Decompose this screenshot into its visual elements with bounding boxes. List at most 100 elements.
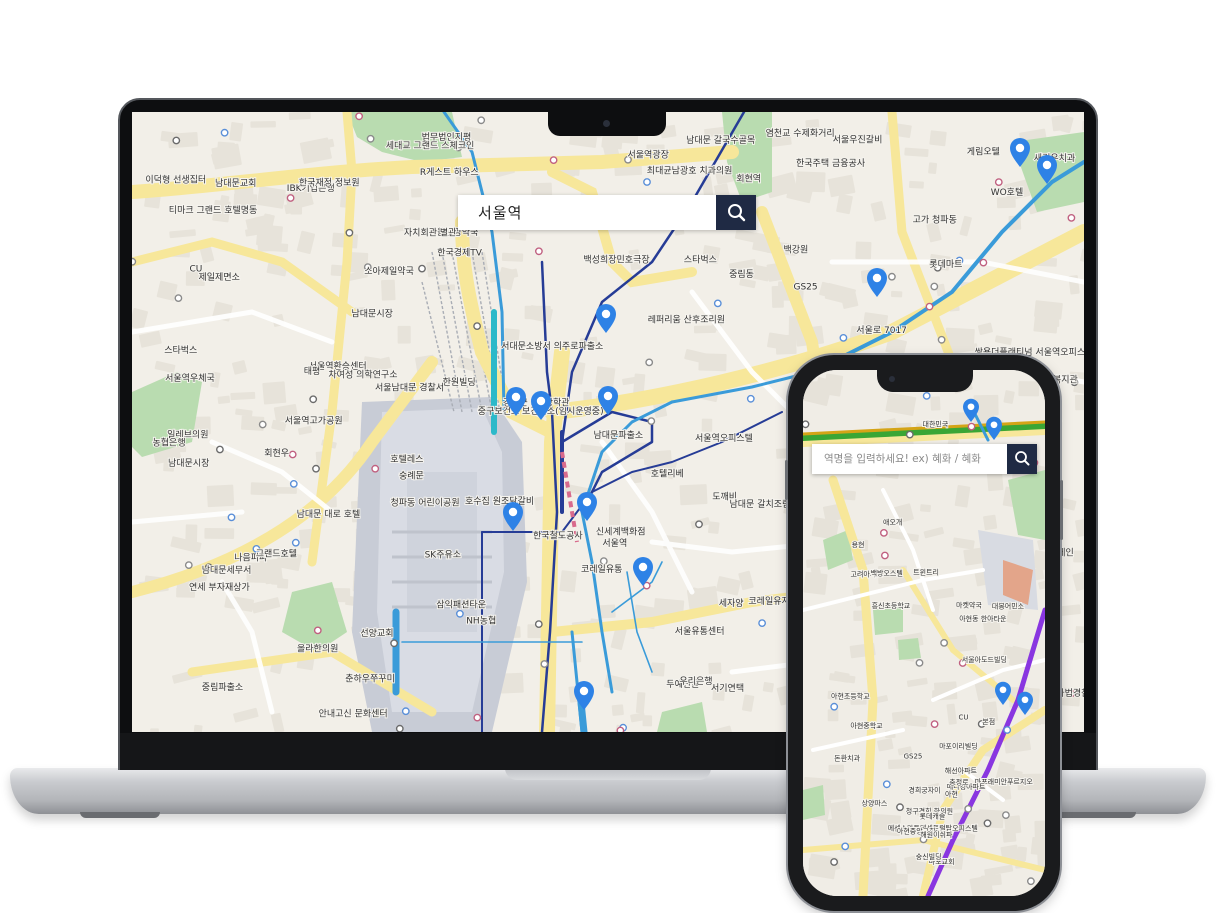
poi-icon[interactable]: [366, 134, 375, 143]
poi-icon[interactable]: [174, 294, 183, 303]
poi-icon[interactable]: [967, 422, 976, 431]
map-label: 회현역: [736, 174, 761, 185]
poi-icon[interactable]: [839, 333, 848, 342]
poi-icon[interactable]: [132, 257, 137, 266]
poi-icon[interactable]: [1003, 726, 1012, 734]
poi-icon[interactable]: [1067, 214, 1076, 222]
phone-map-label: GS25: [904, 752, 923, 760]
poi-icon[interactable]: [645, 358, 654, 367]
map-label: 한원빌딩: [443, 377, 476, 388]
poi-icon[interactable]: [905, 430, 914, 439]
poi-icon[interactable]: [289, 479, 298, 488]
poi-icon[interactable]: [830, 702, 839, 711]
poi-icon[interactable]: [964, 804, 973, 813]
laptop-foot-right: [1056, 812, 1136, 818]
poi-icon[interactable]: [473, 322, 481, 331]
poi-icon[interactable]: [888, 272, 896, 281]
poi-icon[interactable]: [288, 450, 297, 459]
phone-map-label: CU: [959, 714, 969, 722]
poi-icon[interactable]: [477, 116, 486, 125]
poi-icon[interactable]: [616, 726, 625, 732]
poi-icon[interactable]: [473, 713, 482, 722]
poi-icon[interactable]: [940, 638, 949, 647]
map-label: 회현우: [264, 448, 289, 459]
poi-icon[interactable]: [227, 513, 236, 522]
poi-icon[interactable]: [172, 136, 181, 145]
poi-icon[interactable]: [401, 707, 410, 716]
laptop-camera-icon: [603, 120, 610, 127]
map-label: 한국철도공사: [533, 530, 583, 541]
poi-icon[interactable]: [925, 302, 934, 311]
map-label: 우리은행: [679, 675, 712, 687]
poi-icon[interactable]: [994, 178, 1003, 187]
poi-icon[interactable]: [922, 391, 931, 400]
poi-icon[interactable]: [184, 561, 193, 569]
poi-icon[interactable]: [534, 620, 543, 628]
station-search-box[interactable]: [458, 195, 756, 230]
map-label: 청파동 어린이공원: [391, 498, 460, 509]
station-search-input[interactable]: [458, 195, 736, 230]
poi-icon[interactable]: [345, 228, 354, 237]
poi-icon[interactable]: [309, 395, 318, 404]
search-button[interactable]: [716, 195, 756, 230]
poi-icon[interactable]: [930, 720, 939, 728]
map-label: 서울역고가공원: [285, 415, 343, 426]
poi-icon[interactable]: [312, 464, 320, 473]
map-label: 티마크 그랜드 호텔명동: [169, 204, 258, 216]
poi-icon[interactable]: [355, 112, 364, 121]
phone-map-label: 대봉어민소: [992, 601, 1025, 610]
poi-icon[interactable]: [313, 626, 322, 635]
phone-map-label: 마켓약국: [956, 600, 982, 609]
map-label: 이덕형 선생집터: [145, 174, 206, 186]
poi-icon[interactable]: [371, 464, 380, 473]
search-icon: [1015, 451, 1030, 466]
poi-icon[interactable]: [882, 780, 891, 789]
poi-icon[interactable]: [549, 156, 558, 164]
poi-icon[interactable]: [643, 178, 651, 186]
poi-icon[interactable]: [540, 660, 549, 668]
phone-station-search-box[interactable]: [812, 444, 1037, 474]
phone-map-label: 흥신초등학교: [872, 601, 911, 610]
map-label: CU: [190, 264, 203, 274]
map-label: 제일제면소: [199, 272, 240, 283]
poi-icon[interactable]: [746, 394, 755, 403]
poi-icon[interactable]: [758, 619, 766, 627]
poi-icon[interactable]: [930, 282, 939, 291]
phone-search-button[interactable]: [1007, 444, 1037, 474]
poi-icon[interactable]: [983, 819, 992, 828]
poi-icon[interactable]: [830, 858, 838, 866]
phone-map-label: 아현동 한아타운: [959, 614, 1007, 623]
poi-icon[interactable]: [418, 264, 426, 273]
map-label: 백강원: [784, 245, 809, 256]
poi-icon[interactable]: [841, 842, 850, 851]
poi-icon[interactable]: [395, 724, 404, 732]
poi-icon[interactable]: [258, 420, 267, 429]
poi-icon[interactable]: [695, 520, 703, 529]
poi-icon[interactable]: [979, 258, 988, 267]
poi-icon[interactable]: [915, 658, 924, 667]
poi-icon[interactable]: [881, 551, 889, 560]
poi-icon[interactable]: [647, 417, 656, 425]
map-label: 호텔리베: [651, 468, 684, 480]
map-label: NH농협: [466, 614, 496, 626]
poi-icon[interactable]: [713, 299, 722, 308]
poi-icon[interactable]: [937, 335, 946, 344]
poi-icon[interactable]: [599, 557, 608, 565]
poi-icon[interactable]: [220, 128, 229, 137]
poi-icon[interactable]: [286, 194, 295, 202]
poi-icon[interactable]: [534, 247, 543, 256]
map-label: 레퍼리움 산후조리원: [648, 315, 725, 326]
poi-icon[interactable]: [1026, 877, 1035, 886]
map-label: 자치회관 별관: [404, 227, 457, 239]
map-label: 한국주택 금융공사: [796, 158, 866, 169]
map-label: 남대문 대로 호텔: [297, 508, 361, 520]
poi-icon[interactable]: [390, 639, 398, 648]
poi-icon[interactable]: [455, 609, 464, 618]
poi-icon[interactable]: [291, 538, 300, 547]
poi-icon[interactable]: [880, 528, 888, 537]
poi-icon[interactable]: [896, 803, 904, 812]
phone-station-search-input[interactable]: [812, 444, 1002, 474]
poi-icon[interactable]: [216, 445, 224, 454]
poi-icon[interactable]: [1001, 811, 1010, 819]
poi-icon[interactable]: [803, 420, 810, 429]
